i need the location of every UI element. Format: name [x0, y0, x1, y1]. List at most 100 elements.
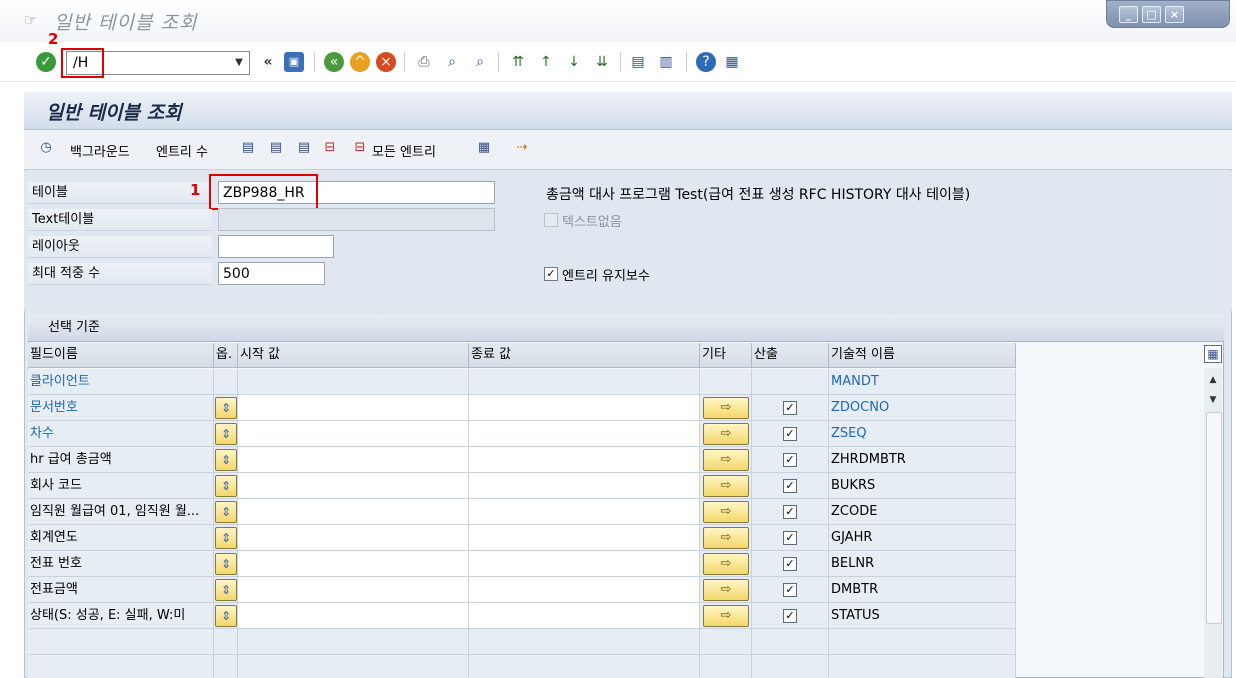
scrollbar-thumb[interactable]	[1206, 412, 1222, 624]
exit-icon[interactable]: ^	[350, 52, 370, 72]
selection-variant-icon[interactable]: ▤	[294, 138, 314, 158]
column-header-option[interactable]: 옵.	[214, 343, 238, 368]
text-table-label: Text테이블	[28, 209, 212, 231]
from-value-input[interactable]	[238, 551, 469, 577]
cancel-icon[interactable]: ×	[376, 52, 396, 72]
background-button[interactable]: 백그라운드	[70, 141, 130, 160]
selection-option-icon[interactable]: ⇕	[215, 553, 237, 575]
output-checkbox[interactable]: ✓	[783, 557, 797, 571]
entry-count-button[interactable]: 엔트리 수	[156, 141, 208, 160]
next-page-icon[interactable]: ↓	[564, 52, 584, 72]
to-value-input[interactable]	[469, 499, 700, 525]
scroll-down-icon[interactable]: ▼	[1204, 392, 1222, 408]
delete-selection-icon[interactable]: ⊟	[320, 138, 340, 158]
execute-icon[interactable]: ◷	[36, 138, 56, 158]
from-value-input[interactable]	[238, 421, 469, 447]
scroll-up-icon[interactable]: ▲	[1204, 372, 1222, 388]
selection-option-icon[interactable]: ⇕	[215, 475, 237, 497]
export-icon[interactable]: ⇢	[512, 138, 532, 158]
from-value-input[interactable]	[238, 499, 469, 525]
command-field[interactable]: ▼	[66, 51, 250, 75]
save-icon[interactable]: ▣	[284, 52, 304, 72]
collapse-icon[interactable]: «	[258, 52, 278, 72]
to-value-input[interactable]	[469, 551, 700, 577]
from-value-input[interactable]	[238, 447, 469, 473]
all-entries-icon[interactable]: ⊟	[350, 138, 370, 158]
layout-settings-icon[interactable]: ▦	[474, 138, 494, 158]
selection-options-icon[interactable]: ▤	[266, 138, 286, 158]
from-value-input[interactable]	[238, 603, 469, 629]
maximize-button[interactable]: □	[1142, 5, 1161, 23]
selection-option-icon[interactable]: ⇕	[215, 605, 237, 627]
to-value-input[interactable]	[469, 603, 700, 629]
first-page-icon[interactable]: ⇈	[508, 52, 528, 72]
multiple-selection-icon[interactable]: ⇨	[703, 475, 749, 497]
selection-fields-icon[interactable]: ▤	[238, 138, 258, 158]
to-value-input[interactable]	[469, 395, 700, 421]
column-header-more[interactable]: 기타	[700, 343, 752, 368]
help-icon[interactable]: ?	[696, 52, 716, 72]
find-icon[interactable]: ⌕	[442, 52, 462, 72]
table-name-input[interactable]	[218, 181, 495, 204]
layout-input[interactable]	[218, 235, 334, 258]
column-header-technical[interactable]: 기술적 이름	[829, 343, 1016, 368]
prev-page-icon[interactable]: ↑	[536, 52, 556, 72]
new-session-icon[interactable]: ▤	[628, 52, 648, 72]
output-checkbox[interactable]: ✓	[783, 479, 797, 493]
multiple-selection-icon[interactable]: ⇨	[703, 553, 749, 575]
last-page-icon[interactable]: ⇊	[592, 52, 612, 72]
shortcut-icon[interactable]: ▥	[656, 52, 676, 72]
output-checkbox[interactable]: ✓	[783, 583, 797, 597]
back-nav-icon[interactable]: «	[324, 52, 344, 72]
selection-option-icon[interactable]: ⇕	[215, 397, 237, 419]
table-row-field: 클라이언트	[28, 369, 214, 395]
multiple-selection-icon[interactable]: ⇨	[703, 527, 749, 549]
maintain-entries-checkbox[interactable]: ✓	[544, 267, 558, 281]
multiple-selection-icon[interactable]: ⇨	[703, 423, 749, 445]
selection-option-icon[interactable]: ⇕	[215, 501, 237, 523]
table-row-technical: DMBTR	[829, 577, 1016, 603]
all-entries-button[interactable]: 모든 엔트리	[372, 141, 436, 160]
output-checkbox[interactable]: ✓	[783, 531, 797, 545]
column-header-output[interactable]: 산출	[752, 343, 829, 368]
max-hits-label: 최대 적중 수	[28, 263, 212, 285]
multiple-selection-icon[interactable]: ⇨	[703, 605, 749, 627]
to-value-input[interactable]	[469, 525, 700, 551]
to-value-input[interactable]	[469, 577, 700, 603]
output-checkbox[interactable]: ✓	[783, 401, 797, 415]
output-checkbox[interactable]: ✓	[783, 427, 797, 441]
selection-option-icon[interactable]: ⇕	[215, 527, 237, 549]
minimize-button[interactable]: _	[1119, 5, 1138, 23]
output-checkbox[interactable]: ✓	[783, 453, 797, 467]
from-value-input[interactable]	[238, 395, 469, 421]
selection-option-icon[interactable]: ⇕	[215, 423, 237, 445]
print-icon[interactable]: ⎙	[414, 52, 434, 72]
from-value-input[interactable]	[238, 577, 469, 603]
multiple-selection-icon[interactable]: ⇨	[703, 579, 749, 601]
output-checkbox[interactable]: ✓	[783, 609, 797, 623]
table-row-field	[28, 655, 214, 678]
output-checkbox[interactable]: ✓	[783, 505, 797, 519]
chevron-down-icon[interactable]: ▼	[232, 55, 246, 71]
multiple-selection-icon[interactable]: ⇨	[703, 397, 749, 419]
customize-icon[interactable]: ▦	[722, 52, 742, 72]
selection-option-icon[interactable]: ⇕	[215, 449, 237, 471]
column-header-from[interactable]: 시작 값	[238, 343, 469, 368]
max-hits-input[interactable]	[218, 262, 325, 285]
table-settings-icon[interactable]: ▦	[1204, 345, 1222, 363]
column-header-field[interactable]: 필드이름	[28, 343, 214, 368]
from-value-input[interactable]	[238, 473, 469, 499]
to-value-input[interactable]	[469, 421, 700, 447]
command-input[interactable]	[67, 52, 227, 74]
multiple-selection-icon[interactable]: ⇨	[703, 449, 749, 471]
close-button[interactable]: ×	[1165, 5, 1184, 23]
maintain-entries-label: 엔트리 유지보수	[562, 269, 650, 284]
from-value-input[interactable]	[238, 525, 469, 551]
find-next-icon[interactable]: ⌕	[470, 52, 490, 72]
to-value-input[interactable]	[469, 447, 700, 473]
selection-option-icon[interactable]: ⇕	[215, 579, 237, 601]
multiple-selection-icon[interactable]: ⇨	[703, 501, 749, 523]
to-value-input[interactable]	[469, 473, 700, 499]
enter-icon[interactable]: ✓	[36, 52, 56, 72]
column-header-to[interactable]: 종료 값	[469, 343, 700, 368]
